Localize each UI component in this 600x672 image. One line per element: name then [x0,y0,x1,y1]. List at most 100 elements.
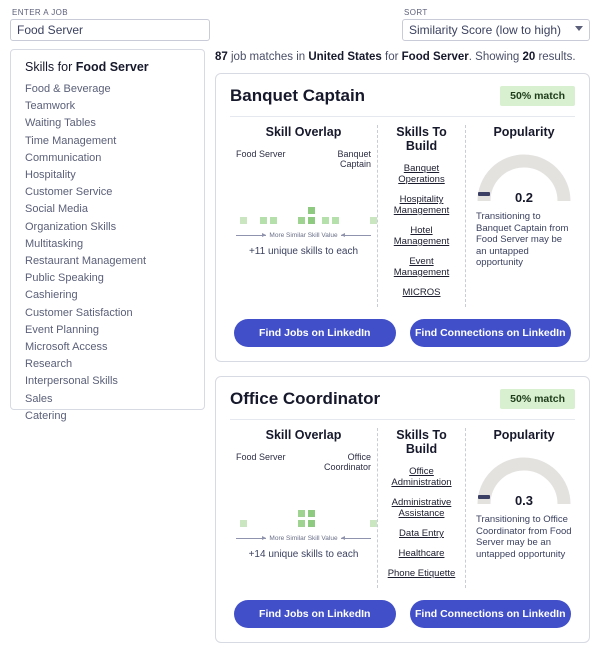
job-input-label: ENTER A JOB [12,8,68,17]
skills-to-build-column: Skills To Build Office Administration Admi… [378,428,466,588]
sidebar-skill-item[interactable]: Teamwork [11,98,204,115]
page-body: Skills for Food Server Food & Beverage Te… [0,41,600,657]
results-showing: 20 [522,51,536,63]
overlap-endpoint-names: Food Server Banquet Captain [236,149,371,169]
job-card-body: Skill Overlap Food Server Office Coordinat… [230,419,575,588]
job-card-actions: Find Jobs on LinkedIn Find Connections on… [230,600,575,628]
overlap-axis: More Similar Skill Value [236,535,371,542]
overlap-right-name: Office Coordinator [323,452,371,472]
sidebar-title-job: Food Server [75,60,149,74]
find-connections-button[interactable]: Find Connections on LinkedIn [409,319,571,347]
results-text-results: results. [535,51,576,63]
results-text-for: for [381,51,402,63]
popularity-value: 0.2 [514,190,534,205]
overlap-square [270,217,277,224]
skill-to-build-link[interactable]: MICROS [384,287,459,298]
job-card-body: Skill Overlap Food Server Banquet Captain M… [230,116,575,307]
skill-to-build-link[interactable]: Banquet Operations [384,163,459,185]
sidebar-skill-item[interactable]: Hospitality [11,167,204,184]
skill-to-build-link[interactable]: Hospitality Management [384,194,459,216]
job-card-actions: Find Jobs on LinkedIn Find Connections on… [230,319,575,347]
overlap-right-name: Banquet Captain [337,149,371,169]
job-card-header: Banquet Captain 50% match [230,86,575,106]
overlap-square [308,217,315,224]
results-job: Food Server [401,51,469,63]
overlap-square [240,217,247,224]
popularity-heading: Popularity [493,125,555,139]
sidebar-skill-item[interactable]: Public Speaking [11,270,204,287]
overlap-square [308,510,315,517]
skill-to-build-link[interactable]: Event Management [384,256,459,278]
sidebar-skill-item[interactable]: Food & Beverage [11,81,204,98]
overlap-endpoint-names: Food Server Office Coordinator [236,452,371,472]
skills-sidebar: Skills for Food Server Food & Beverage Te… [10,49,205,422]
sort-label: SORT [404,8,428,17]
skills-to-build-heading: Skills To Build [396,125,447,153]
overlap-left-name: Food Server [236,452,286,462]
overlap-square [298,520,305,527]
sidebar-skill-item[interactable]: Social Media [11,201,204,218]
skill-to-build-link[interactable]: Phone Etiquette [384,568,459,579]
sidebar-skill-item[interactable]: Customer Service [11,184,204,201]
sidebar-skill-item[interactable]: Customer Satisfaction [11,305,204,322]
sidebar-skill-list: Food & Beverage Teamwork Waiting Tables Tim… [11,81,204,425]
overlap-square [370,217,377,224]
overlap-square [370,520,377,527]
skill-overlap-column: Skill Overlap Food Server Banquet Captain M… [230,125,378,307]
overlap-square [322,217,329,224]
skills-to-build-heading: Skills To Build [396,428,447,456]
job-title: Banquet Captain [230,86,366,105]
app-root: ENTER A JOB SORT Similarity Score (low t… [0,0,600,672]
overlap-left-name: Food Server [236,149,286,159]
axis-arrow-right-icon [340,233,371,237]
sidebar-skill-item[interactable]: Multitasking [11,236,204,253]
popularity-note: Transitioning to Banquet Captain from Fo… [476,211,569,268]
find-jobs-button[interactable]: Find Jobs on LinkedIn [234,319,396,347]
sidebar-title-prefix: Skills for [25,60,76,74]
sidebar-skill-item[interactable]: Waiting Tables [11,115,204,132]
overlap-square [308,520,315,527]
job-card-header: Office Coordinator 50% match [230,389,575,409]
overlap-axis: More Similar Skill Value [236,232,371,239]
axis-arrow-left-icon [236,536,267,540]
sidebar-skill-item[interactable]: Catering [11,408,204,425]
sidebar-title: Skills for Food Server [25,60,204,74]
find-jobs-button[interactable]: Find Jobs on LinkedIn [234,600,396,628]
sidebar-skill-item[interactable]: Organization Skills [11,219,204,236]
sidebar-skill-item[interactable]: Event Planning [11,322,204,339]
sidebar-skill-item[interactable]: Time Management [11,133,204,150]
axis-arrow-left-icon [236,233,267,237]
overlap-axis-label: More Similar Skill Value [269,535,338,542]
skill-to-build-link[interactable]: Data Entry [384,528,459,539]
popularity-note: Transitioning to Office Coordinator from… [476,514,572,560]
unique-skills-note: +11 unique skills to each [248,246,359,257]
overlap-plot [236,476,377,534]
results-text-showing: . Showing [468,51,523,63]
sidebar-skill-item[interactable]: Interpersonal Skills [11,373,204,390]
skill-to-build-link[interactable]: Healthcare [384,548,459,559]
sidebar-skill-item[interactable]: Research [11,356,204,373]
job-search-group: ENTER A JOB [10,8,210,41]
sidebar-skill-item[interactable]: Microsoft Access [11,339,204,356]
skills-to-build-column: Skills To Build Banquet Operations Hospita… [378,125,466,307]
skill-to-build-link[interactable]: Hotel Management [384,225,459,247]
sidebar-skill-item[interactable]: Cashiering [11,287,204,304]
find-connections-button[interactable]: Find Connections on LinkedIn [409,600,571,628]
results-count: 87 [215,51,228,63]
results-panel: 87 job matches in United States for Food… [215,49,590,657]
match-badge: 50% match [500,86,575,106]
popularity-column: Popularity 0.2 Transitioning to Banquet Ca… [466,125,578,307]
popularity-heading: Popularity [493,428,555,442]
skill-to-build-link[interactable]: Office Administration [384,466,459,488]
job-card: Office Coordinator 50% match Skill Overlap… [215,376,590,643]
sidebar-skill-item[interactable]: Restaurant Management [11,253,204,270]
sidebar-skill-item[interactable]: Communication [11,150,204,167]
results-summary: 87 job matches in United States for Food… [215,51,590,63]
sort-select[interactable]: Similarity Score (low to high) [402,19,590,41]
toolbar: ENTER A JOB SORT Similarity Score (low t… [0,0,600,41]
job-search-input[interactable] [10,19,210,41]
popularity-gauge: 0.3 [476,452,572,508]
sidebar-skill-item[interactable]: Sales [11,391,204,408]
skill-to-build-link[interactable]: Administrative Assistance [384,497,459,519]
overlap-axis-label: More Similar Skill Value [269,232,338,239]
